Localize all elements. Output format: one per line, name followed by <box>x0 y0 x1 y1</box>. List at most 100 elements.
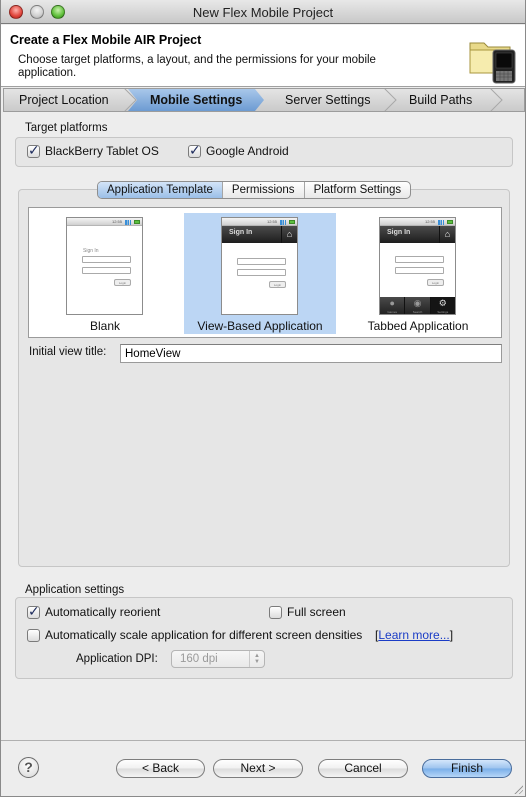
gear-glyph: ⚙ <box>438 298 447 308</box>
preview-action-bar: Sign In ⌂ <box>380 226 455 243</box>
battery-icon <box>447 220 453 224</box>
wizard-header: Create a Flex Mobile AIR Project Choose … <box>1 25 525 87</box>
checkbox-box[interactable] <box>27 628 40 642</box>
signal-icon <box>125 220 131 225</box>
battery-icon <box>134 220 140 224</box>
tab-bar: Application Template Permissions Platfor… <box>97 181 412 199</box>
step-separator <box>490 89 503 111</box>
template-label: View-Based Application <box>197 319 323 333</box>
title-bar: New Flex Mobile Project <box>1 0 525 24</box>
template-preview: 12:55 Sign In ⌂ Login ● Games ◉ Search ⚙ Se… <box>379 217 456 315</box>
tab-application-template[interactable]: Application Template <box>98 182 222 198</box>
step-build-paths[interactable]: Build Paths <box>394 89 494 111</box>
cancel-button[interactable]: Cancel <box>318 759 408 778</box>
initial-view-title-label: Initial view title: <box>29 346 107 358</box>
folder-with-phone-icon <box>469 42 516 84</box>
checkbox-box[interactable]: ✓ <box>27 141 40 158</box>
checkbox-label: Automatically scale application for diff… <box>45 628 363 642</box>
wizard-description: Choose target platforms, a layout, and t… <box>18 54 376 79</box>
preview-tab-label: Settings <box>437 310 449 314</box>
battery-icon <box>289 220 295 224</box>
home-icon: ⌂ <box>439 226 455 243</box>
preview-login-button: Login <box>427 279 444 286</box>
search-icon: ◉ Search <box>404 297 429 314</box>
step-project-location[interactable]: Project Location <box>4 89 128 111</box>
template-list: 12:55 Sign In Login Blank 12:55 Sign In … <box>28 207 502 338</box>
check-icon: ✓ <box>28 602 40 619</box>
wizard-title: Create a Flex Mobile AIR Project <box>10 33 202 47</box>
checkbox-box[interactable] <box>269 605 282 619</box>
preview-field <box>237 258 286 265</box>
dpi-value: 160 dpi <box>180 653 218 665</box>
signal-icon <box>438 220 444 225</box>
preview-login-button: Login <box>114 279 131 286</box>
finish-button[interactable]: Finish <box>422 759 512 778</box>
step-server-settings[interactable]: Server Settings <box>270 89 388 111</box>
template-label: Tabbed Application <box>367 319 469 333</box>
preview-login-button: Login <box>269 281 286 288</box>
gear-icon: ⚙ Settings <box>429 297 455 314</box>
step-label: Project Location <box>19 93 109 107</box>
preview-field <box>82 256 131 263</box>
preview-title: Sign In <box>387 229 411 236</box>
learn-more-container: [Learn more...] <box>375 628 454 642</box>
phone-status-bar: 12:55 <box>67 218 142 226</box>
preview-tab-label: Games <box>387 310 397 314</box>
footer-divider <box>1 740 525 741</box>
template-tabbed[interactable]: 12:55 Sign In ⌂ Login ● Games ◉ Search ⚙ Se… <box>342 213 494 334</box>
home-icon: ⌂ <box>281 226 297 243</box>
checkbox-label: Full screen <box>287 605 346 619</box>
learn-more-link[interactable]: Learn more... <box>378 628 449 642</box>
step-label: Build Paths <box>409 93 473 107</box>
full-screen-checkbox[interactable]: Full screen <box>269 605 346 619</box>
preview-field <box>82 267 131 274</box>
step-label: Server Settings <box>285 93 371 107</box>
status-time: 12:55 <box>266 219 277 224</box>
preview-action-bar: Sign In ⌂ <box>222 226 297 243</box>
tab-platform-settings[interactable]: Platform Settings <box>303 182 411 198</box>
initial-view-title-input[interactable] <box>120 344 502 363</box>
checkbox-box[interactable]: ✓ <box>188 141 201 158</box>
checkbox-label: BlackBerry Tablet OS <box>45 144 159 158</box>
preview-tab-bar: ● Games ◉ Search ⚙ Settings <box>380 297 455 314</box>
step-mobile-settings[interactable]: Mobile Settings <box>128 89 264 111</box>
dpi-label: Application DPI: <box>76 653 158 665</box>
preview-tab-label: Search <box>412 310 423 314</box>
preview-title: Sign In <box>229 229 253 236</box>
gamepad-icon: ● Games <box>380 297 404 314</box>
next-button[interactable]: Next > <box>213 759 303 778</box>
tab-permissions[interactable]: Permissions <box>221 182 304 198</box>
back-button[interactable]: < Back <box>116 759 205 778</box>
preview-signin-label: Sign In <box>83 248 99 254</box>
template-view-based[interactable]: 12:55 Sign In ⌂ Login View-Based Applica… <box>184 213 336 334</box>
template-preview: 12:55 Sign In ⌂ Login <box>221 217 298 315</box>
up-down-arrows-icon: ▲ ▼ <box>249 651 264 667</box>
app-settings-label: Application settings <box>25 584 125 596</box>
status-time: 12:55 <box>111 219 122 224</box>
blackberry-checkbox[interactable]: ✓ BlackBerry Tablet OS <box>27 141 159 158</box>
step-label: Mobile Settings <box>150 93 243 107</box>
check-icon: ✓ <box>189 141 201 158</box>
android-checkbox[interactable]: ✓ Google Android <box>188 141 289 158</box>
help-button[interactable]: ? <box>18 757 39 778</box>
checkbox-label: Automatically reorient <box>45 605 161 619</box>
wizard-steps: Project Location Mobile Settings Server … <box>3 88 525 112</box>
template-label: Blank <box>89 319 121 333</box>
search-glyph: ◉ <box>413 298 422 308</box>
status-time: 12:55 <box>424 219 435 224</box>
phone-status-bar: 12:55 <box>222 218 297 226</box>
window-title: New Flex Mobile Project <box>192 5 334 20</box>
auto-scale-checkbox[interactable]: Automatically scale application for diff… <box>27 628 362 642</box>
dialog-window: New Flex Mobile Project Create a Flex Mo… <box>0 0 526 797</box>
preview-field <box>395 256 444 263</box>
phone-status-bar: 12:55 <box>380 218 455 226</box>
dpi-select[interactable]: 160 dpi ▲ ▼ <box>171 650 265 668</box>
auto-reorient-checkbox[interactable]: ✓ Automatically reorient <box>27 602 161 619</box>
check-icon: ✓ <box>28 141 40 158</box>
template-blank[interactable]: 12:55 Sign In Login Blank <box>29 213 181 334</box>
checkbox-label: Google Android <box>206 144 289 158</box>
preview-field <box>395 267 444 274</box>
checkbox-box[interactable]: ✓ <box>27 602 40 619</box>
target-platforms-label: Target platforms <box>25 122 108 134</box>
resize-grip[interactable] <box>513 784 523 794</box>
